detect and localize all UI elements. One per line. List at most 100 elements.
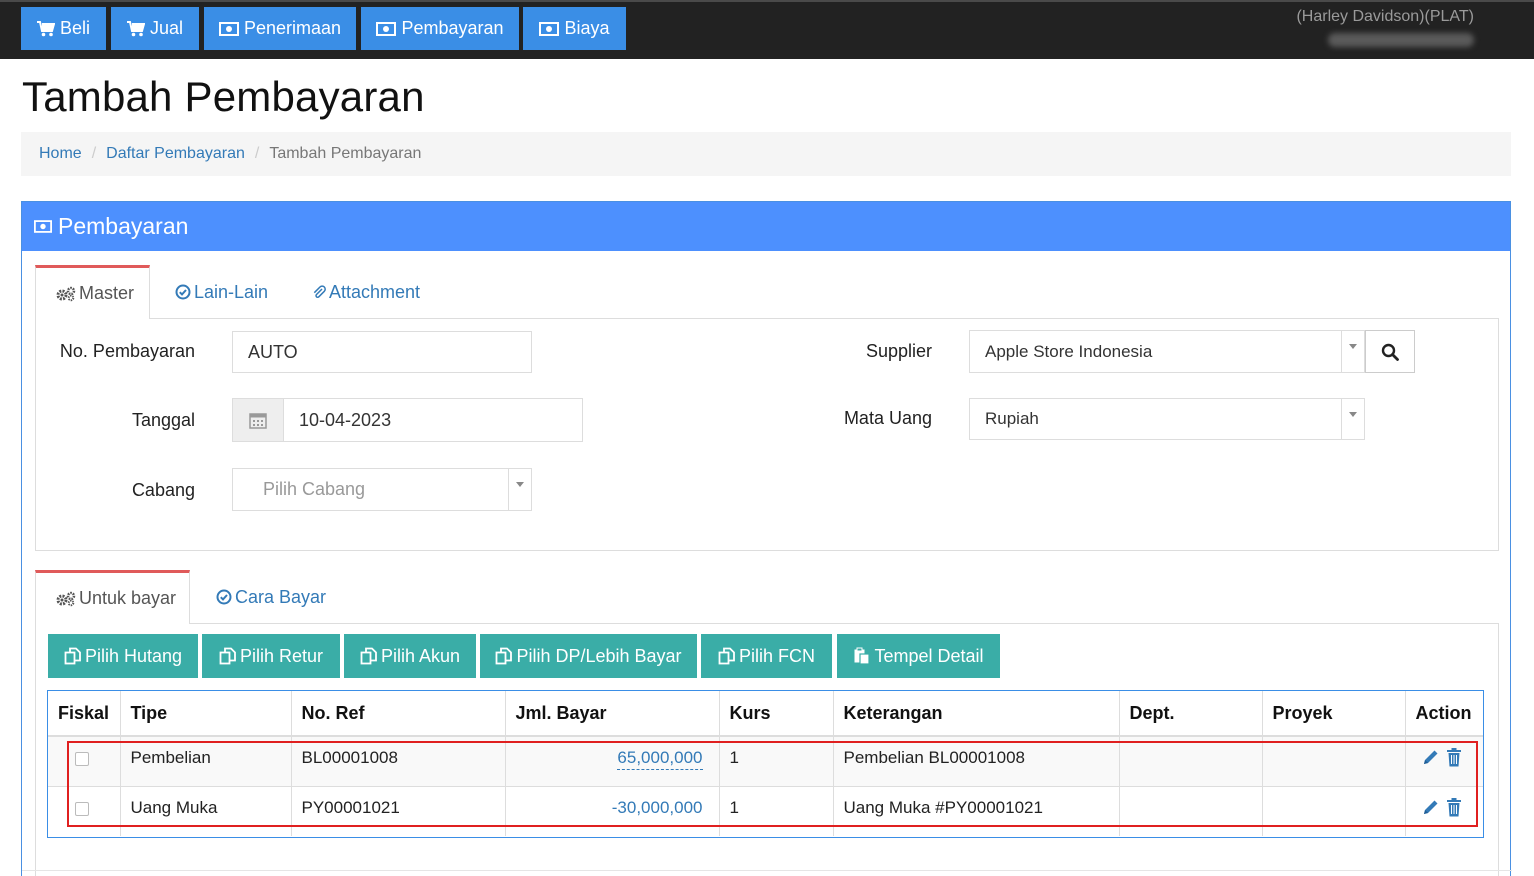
detail-table-wrapper: Fiskal Tipe No. Ref Jml. Bayar Kurs Kete… (47, 690, 1484, 838)
fiskal-checkbox[interactable] (75, 752, 89, 766)
breadcrumb-list-link[interactable]: Daftar Pembayaran (106, 145, 245, 163)
breadcrumb: Home / Daftar Pembayaran / Tambah Pembay… (21, 132, 1511, 176)
cell-dept (1119, 735, 1263, 786)
money-icon (218, 21, 239, 36)
cell-keterangan: Uang Muka #PY00001021 (833, 785, 1120, 836)
tab-attachment-label: Attachment (329, 281, 421, 302)
tempel-detail-button[interactable]: Tempel Detail (837, 634, 1000, 678)
money-icon (376, 21, 397, 36)
master-tabs: Master Lain-Lain Attachment (35, 265, 1499, 319)
cell-proyek (1262, 735, 1406, 786)
tab-attachment[interactable]: Attachment (312, 265, 420, 319)
tab-master-label: Master (79, 283, 135, 303)
pencil-icon[interactable] (1422, 798, 1440, 816)
tanggal-input[interactable]: 10-04-2023 (283, 398, 583, 442)
calendar-icon (249, 412, 267, 429)
cabang-placeholder: Pilih Cabang (263, 479, 366, 499)
pembayaran-button[interactable]: Pembayaran (361, 7, 519, 50)
panel-bottom-divider (22, 870, 1512, 871)
navbar-top-border (0, 0, 1534, 2)
col-dept[interactable]: Dept. (1119, 691, 1263, 737)
col-no-ref[interactable]: No. Ref (291, 691, 506, 737)
col-proyek[interactable]: Proyek (1262, 691, 1406, 737)
pembayaran-label: Pembayaran (401, 18, 504, 38)
company-name[interactable]: (Harley Davidson)(PLAT) (1296, 8, 1474, 26)
copy-icon (219, 647, 236, 665)
jml-bayar-editable[interactable]: 65,000,000 (617, 748, 703, 770)
trash-icon[interactable] (1446, 748, 1462, 767)
cell-kurs: 1 (719, 785, 834, 836)
search-icon (1381, 343, 1399, 361)
cell-no-ref: PY00001021 (291, 785, 506, 836)
beli-button[interactable]: Beli (21, 7, 106, 50)
breadcrumb-separator: / (254, 145, 260, 162)
cabang-label: Cabang (131, 480, 195, 500)
tanggal-label: Tanggal (131, 410, 195, 430)
calendar-addon[interactable] (232, 398, 284, 442)
mata-uang-value: Rupiah (985, 409, 1039, 428)
table-header-row: Fiskal Tipe No. Ref Jml. Bayar Kurs Kete… (48, 691, 1483, 737)
tab-untuk-bayar[interactable]: Untuk bayar (35, 570, 190, 624)
supplier-label: Supplier (865, 341, 932, 361)
panel-title: Pembayaran (58, 213, 189, 239)
pilih-dp-button[interactable]: Pilih DP/Lebih Bayar (480, 634, 697, 678)
top-navbar: Beli Jual Penerimaan Pembayaran Biaya (H… (0, 0, 1534, 59)
cabang-select[interactable]: Pilih Cabang (232, 468, 532, 511)
col-fiskal[interactable]: Fiskal (48, 691, 121, 737)
cell-dept (1119, 785, 1263, 836)
pilih-hutang-button[interactable]: Pilih Hutang (48, 634, 198, 678)
fiskal-checkbox[interactable] (75, 801, 89, 816)
cart-icon (126, 20, 145, 36)
pilih-dp-label: Pilih DP/Lebih Bayar (516, 645, 682, 666)
gears-icon (56, 591, 76, 606)
blurred-user-email (1328, 33, 1474, 47)
chevron-down-icon (1341, 399, 1364, 439)
biaya-button[interactable]: Biaya (523, 7, 626, 50)
pilih-retur-button[interactable]: Pilih Retur (202, 634, 340, 678)
tab-cara-bayar[interactable]: Cara Bayar (216, 570, 326, 624)
panel-header: Pembayaran (22, 202, 1510, 251)
money-icon (539, 21, 560, 36)
cell-kurs: 1 (719, 735, 834, 786)
detail-table: Fiskal Tipe No. Ref Jml. Bayar Kurs Kete… (48, 691, 1483, 836)
no-pembayaran-label: No. Pembayaran (59, 341, 195, 361)
table-row: Uang Muka PY00001021 -30,000,000 1 Uang … (48, 785, 1483, 836)
tab-master[interactable]: Master (35, 265, 150, 319)
detail-tabs: Untuk bayar Cara Bayar (35, 570, 1499, 624)
no-pembayaran-input[interactable]: AUTO (232, 331, 532, 373)
pilih-fcn-button[interactable]: Pilih FCN (701, 634, 832, 678)
col-kurs[interactable]: Kurs (719, 691, 834, 737)
mata-uang-label: Mata Uang (843, 408, 932, 428)
pilih-akun-button[interactable]: Pilih Akun (344, 634, 476, 678)
chevron-down-icon (1341, 331, 1364, 372)
supplier-search-button[interactable] (1365, 330, 1415, 373)
money-icon (34, 220, 52, 233)
chevron-down-icon (508, 469, 531, 510)
jual-button[interactable]: Jual (111, 7, 199, 50)
cart-icon (36, 20, 55, 36)
table-row: Pembelian BL00001008 65,000,000 1 Pembel… (48, 735, 1483, 786)
biaya-label: Biaya (564, 18, 610, 38)
breadcrumb-home-link[interactable]: Home (39, 145, 82, 163)
supplier-select[interactable]: Apple Store Indonesia (969, 330, 1365, 373)
cell-proyek (1262, 785, 1406, 836)
penerimaan-button[interactable]: Penerimaan (204, 7, 356, 50)
pencil-icon[interactable] (1422, 748, 1440, 766)
col-keterangan[interactable]: Keterangan (833, 691, 1120, 737)
beli-label: Beli (59, 18, 90, 38)
cell-keterangan: Pembelian BL00001008 (833, 735, 1120, 786)
tempel-detail-label: Tempel Detail (874, 645, 984, 666)
check-circle-icon (175, 284, 191, 300)
tab-lain-lain[interactable]: Lain-Lain (175, 265, 268, 319)
col-jml-bayar[interactable]: Jml. Bayar (505, 691, 720, 737)
cell-tipe: Pembelian (120, 735, 292, 786)
col-action: Action (1405, 691, 1483, 737)
col-tipe[interactable]: Tipe (120, 691, 292, 737)
cell-action (1405, 735, 1483, 786)
breadcrumb-separator: / (91, 145, 97, 162)
tab-untuk-bayar-label: Untuk bayar (79, 588, 177, 608)
cell-jml-bayar[interactable]: 65,000,000 (505, 735, 720, 786)
trash-icon[interactable] (1446, 797, 1462, 817)
mata-uang-select[interactable]: Rupiah (969, 398, 1365, 440)
cell-jml-bayar: -30,000,000 (505, 785, 720, 836)
